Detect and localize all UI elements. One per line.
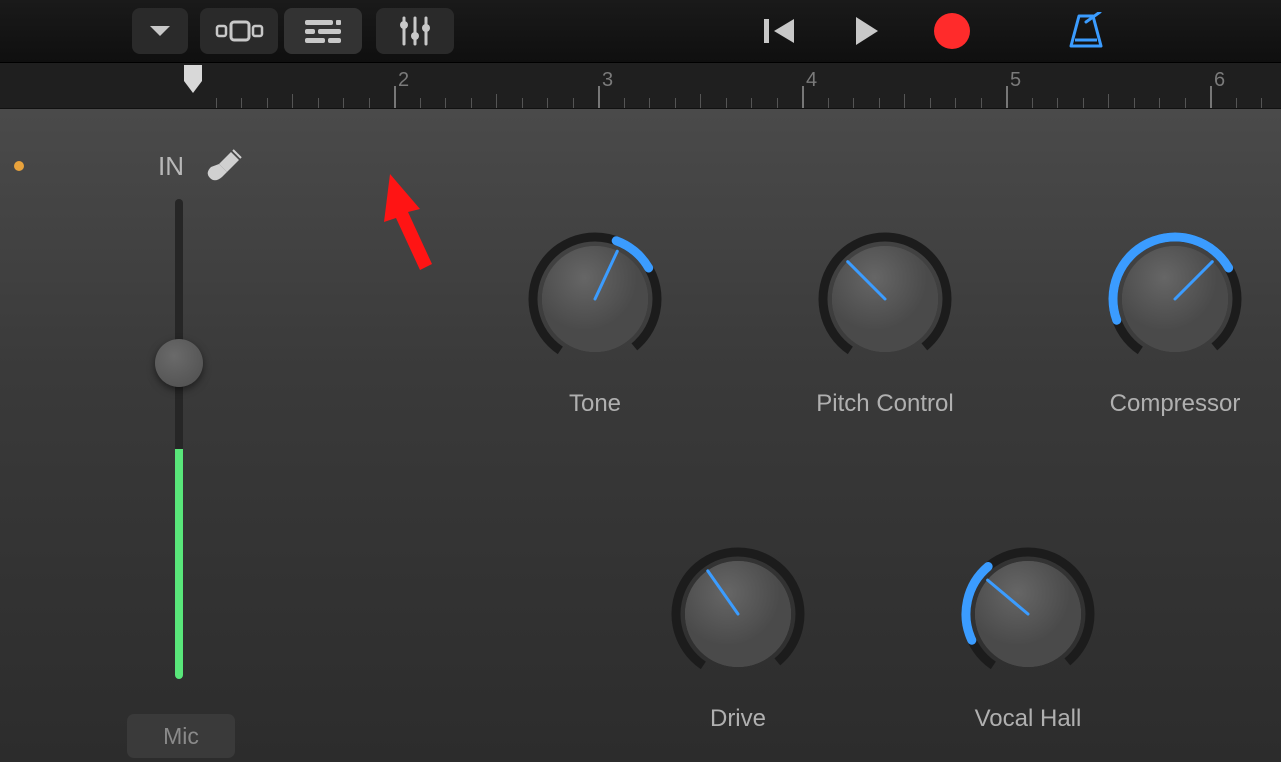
record-button[interactable]: [932, 11, 972, 51]
knob-vocal-hall[interactable]: Vocal Hall: [948, 539, 1108, 733]
ruler-number: 6: [1214, 69, 1225, 92]
input-sidebar: IN Mic: [0, 109, 300, 762]
input-level-slider[interactable]: [175, 199, 183, 679]
knob-label: Tone: [569, 390, 621, 418]
knob-drive[interactable]: Drive: [658, 539, 818, 733]
top-toolbar: [0, 0, 1281, 63]
track-indicator-icon: [14, 161, 24, 171]
knob-dial[interactable]: [810, 224, 960, 374]
mic-label: Mic: [163, 723, 199, 750]
ruler-number: 4: [806, 69, 817, 92]
knob-tone[interactable]: Tone: [515, 224, 675, 418]
knob-dial[interactable]: [953, 539, 1103, 689]
browser-view-button[interactable]: [200, 8, 278, 54]
input-label: IN: [158, 151, 184, 182]
tracks-view-button[interactable]: [284, 8, 362, 54]
transport-controls: [760, 11, 1108, 51]
knob-label: Vocal Hall: [975, 705, 1082, 733]
knob-dial[interactable]: [520, 224, 670, 374]
dropdown-button[interactable]: [132, 8, 188, 54]
level-meter: [175, 449, 183, 679]
knob-compressor[interactable]: Compressor: [1095, 224, 1255, 418]
ruler-number: 3: [602, 69, 613, 92]
knob-pitch-control[interactable]: Pitch Control: [805, 224, 965, 418]
ruler-number: 5: [1010, 69, 1021, 92]
mic-button[interactable]: Mic: [127, 714, 235, 758]
knob-label: Pitch Control: [816, 390, 953, 418]
slider-thumb[interactable]: [155, 339, 203, 387]
play-button[interactable]: [848, 13, 884, 49]
metronome-button[interactable]: [1064, 12, 1108, 50]
main-panel: IN Mic Tone Pitch Control Compressor: [0, 109, 1281, 762]
knobs-panel: Tone Pitch Control Compressor Drive Voca…: [300, 109, 1281, 762]
knob-dial[interactable]: [663, 539, 813, 689]
timeline-ruler[interactable]: 2 3 4 5 6: [0, 63, 1281, 109]
playhead-icon[interactable]: [182, 63, 204, 114]
knob-label: Drive: [710, 705, 766, 733]
ruler-number: 2: [398, 69, 409, 92]
knob-label: Compressor: [1110, 390, 1241, 418]
rewind-button[interactable]: [760, 15, 800, 47]
plug-icon[interactable]: [205, 149, 243, 190]
knob-dial[interactable]: [1100, 224, 1250, 374]
mixer-button[interactable]: [376, 8, 454, 54]
